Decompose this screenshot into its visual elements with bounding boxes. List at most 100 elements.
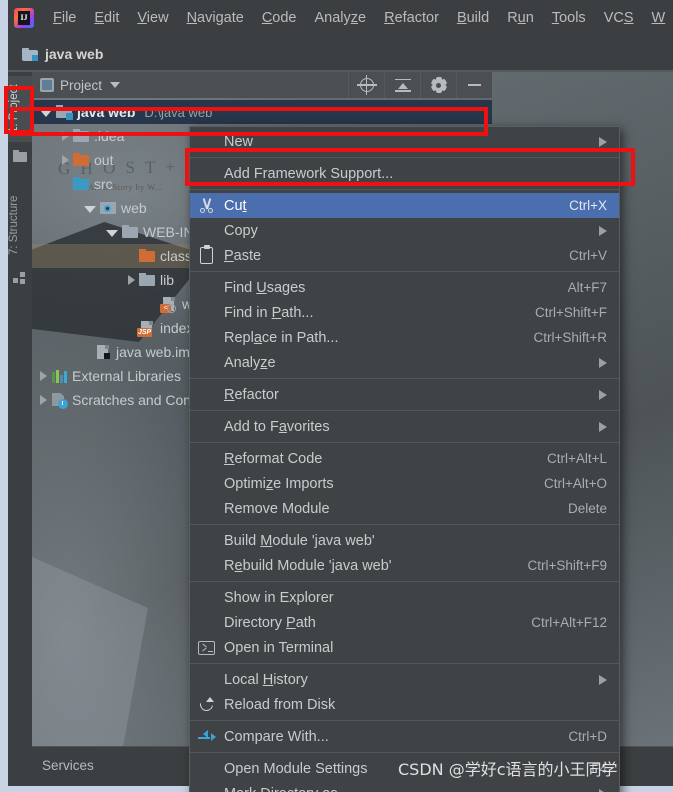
menu-analyze[interactable]: Analyze bbox=[306, 7, 376, 29]
menu-item-shortcut: Ctrl+Alt+F12 bbox=[531, 615, 607, 630]
menu-navigate[interactable]: Navigate bbox=[178, 7, 253, 29]
menu-item-directory-path[interactable]: Directory Path Ctrl+Alt+F12 bbox=[190, 610, 619, 635]
chevron-expanded-icon[interactable] bbox=[40, 109, 52, 117]
submenu-arrow-icon bbox=[599, 421, 607, 432]
jsp-file-icon: JSP bbox=[137, 321, 155, 337]
project-context-menu: New Add Framework Support... Cut Ctrl+X … bbox=[189, 126, 620, 792]
menu-item-shortcut: Alt+F7 bbox=[567, 280, 607, 295]
csdn-watermark: CSDN @学好c语言的小王同学 bbox=[398, 760, 618, 779]
collapse-all-icon[interactable] bbox=[384, 72, 420, 98]
menu-item-label: Open in Terminal bbox=[224, 639, 334, 656]
menu-item-shortcut: Ctrl+Alt+L bbox=[546, 451, 607, 466]
project-title-tab[interactable]: java web bbox=[16, 38, 118, 70]
menu-item-analyze[interactable]: Analyze bbox=[190, 350, 619, 375]
tree-label: src bbox=[94, 176, 113, 192]
no-icon bbox=[190, 414, 224, 439]
menu-item-label: Add Framework Support... bbox=[224, 165, 394, 182]
menu-separator bbox=[190, 524, 619, 525]
no-icon bbox=[190, 756, 224, 781]
menu-build[interactable]: Build bbox=[448, 7, 498, 29]
submenu-arrow-icon bbox=[599, 788, 607, 792]
submenu-arrow-icon bbox=[599, 225, 607, 236]
chevron-collapsed-icon[interactable] bbox=[62, 155, 69, 165]
submenu-arrow-icon bbox=[599, 357, 607, 368]
menu-item-remove-module[interactable]: Remove Module Delete bbox=[190, 496, 619, 521]
menu-vcs[interactable]: VCS bbox=[595, 7, 643, 29]
menu-item-reload-from-disk[interactable]: Reload from Disk bbox=[190, 692, 619, 717]
menu-view[interactable]: View bbox=[128, 7, 177, 29]
menu-item-find-usages[interactable]: Find Usages Alt+F7 bbox=[190, 275, 619, 300]
menu-item-label: Optimize Imports bbox=[224, 475, 334, 492]
menu-item-find-in-path[interactable]: Find in Path... Ctrl+Shift+F bbox=[190, 300, 619, 325]
menu-item-refactor[interactable]: Refactor bbox=[190, 382, 619, 407]
project-tab-strip: java web bbox=[8, 36, 673, 72]
no-icon bbox=[190, 610, 224, 635]
submenu-arrow-icon bbox=[599, 136, 607, 147]
sidebar-item-project[interactable]: 1: Project bbox=[8, 76, 32, 142]
locate-icon[interactable] bbox=[348, 72, 384, 98]
folder-icon bbox=[122, 225, 138, 239]
menu-item-mark-directory-as[interactable]: Mark Directory as bbox=[190, 781, 619, 792]
chevron-expanded-icon[interactable] bbox=[84, 205, 96, 213]
menu-item-new[interactable]: New bbox=[190, 129, 619, 154]
menu-item-compare-with[interactable]: Compare With... Ctrl+D bbox=[190, 724, 619, 749]
menu-item-label: Mark Directory as bbox=[224, 786, 583, 792]
no-icon bbox=[190, 667, 224, 692]
menu-run[interactable]: Run bbox=[498, 7, 543, 29]
menu-separator bbox=[190, 410, 619, 411]
menu-item-label: New bbox=[224, 133, 254, 150]
hide-icon[interactable] bbox=[456, 72, 492, 98]
menu-item-paste[interactable]: Paste Ctrl+V bbox=[190, 243, 619, 268]
no-icon bbox=[190, 382, 224, 407]
chevron-collapsed-icon[interactable] bbox=[40, 395, 47, 405]
menu-item-add-framework-support[interactable]: Add Framework Support... bbox=[190, 161, 619, 186]
menu-separator bbox=[190, 581, 619, 582]
menu-item-label: Compare With... bbox=[224, 728, 329, 745]
no-icon bbox=[190, 300, 224, 325]
project-view-icon bbox=[40, 78, 54, 92]
menu-item-build-module[interactable]: Build Module 'java web' bbox=[190, 528, 619, 553]
menu-item-add-to-favorites[interactable]: Add to Favorites bbox=[190, 414, 619, 439]
menu-item-label: Find in Path... bbox=[224, 304, 314, 321]
menu-item-replace-in-path[interactable]: Replace in Path... Ctrl+Shift+R bbox=[190, 325, 619, 350]
menu-item-local-history[interactable]: Local History bbox=[190, 667, 619, 692]
menu-separator bbox=[190, 189, 619, 190]
iml-file-icon bbox=[95, 345, 111, 359]
chevron-collapsed-icon[interactable] bbox=[62, 131, 69, 141]
tree-row-java-web[interactable]: java web D:\java web bbox=[32, 100, 492, 124]
libraries-icon bbox=[51, 369, 67, 383]
structure-icon bbox=[13, 272, 27, 285]
module-folder-icon bbox=[56, 105, 73, 120]
chevron-collapsed-icon[interactable] bbox=[128, 275, 135, 285]
menu-window[interactable]: W bbox=[643, 7, 673, 29]
tree-label: .idea bbox=[94, 128, 125, 144]
no-icon bbox=[190, 218, 224, 243]
sidebar-item-structure[interactable]: 7: Structure bbox=[8, 184, 32, 266]
menu-separator bbox=[190, 442, 619, 443]
tree-label: web bbox=[121, 200, 147, 216]
menu-edit[interactable]: Edit bbox=[85, 7, 128, 29]
chevron-down-icon[interactable] bbox=[110, 82, 121, 88]
settings-gear-icon[interactable] bbox=[420, 72, 456, 98]
menu-code[interactable]: Code bbox=[253, 7, 306, 29]
menu-item-show-in-explorer[interactable]: Show in Explorer bbox=[190, 585, 619, 610]
menu-item-label: Find Usages bbox=[224, 279, 306, 296]
menu-refactor[interactable]: Refactor bbox=[375, 7, 448, 29]
window-left-edge bbox=[0, 0, 8, 792]
tree-label: java web bbox=[77, 104, 136, 120]
menu-item-reformat-code[interactable]: Reformat Code Ctrl+Alt+L bbox=[190, 446, 619, 471]
menu-item-copy[interactable]: Copy bbox=[190, 218, 619, 243]
chevron-collapsed-icon[interactable] bbox=[40, 371, 47, 381]
no-icon bbox=[190, 325, 224, 350]
chevron-expanded-icon[interactable] bbox=[106, 229, 118, 237]
services-button[interactable]: Services bbox=[42, 758, 94, 773]
menu-item-shortcut: Ctrl+Shift+F9 bbox=[527, 558, 607, 573]
tree-path: D:\java web bbox=[144, 104, 213, 120]
menu-separator bbox=[190, 157, 619, 158]
menu-item-rebuild-module[interactable]: Rebuild Module 'java web' Ctrl+Shift+F9 bbox=[190, 553, 619, 578]
menu-file[interactable]: File bbox=[44, 7, 85, 29]
menu-item-optimize-imports[interactable]: Optimize Imports Ctrl+Alt+O bbox=[190, 471, 619, 496]
menu-item-cut[interactable]: Cut Ctrl+X bbox=[190, 193, 619, 218]
menu-tools[interactable]: Tools bbox=[543, 7, 595, 29]
menu-item-open-in-terminal[interactable]: Open in Terminal bbox=[190, 635, 619, 660]
